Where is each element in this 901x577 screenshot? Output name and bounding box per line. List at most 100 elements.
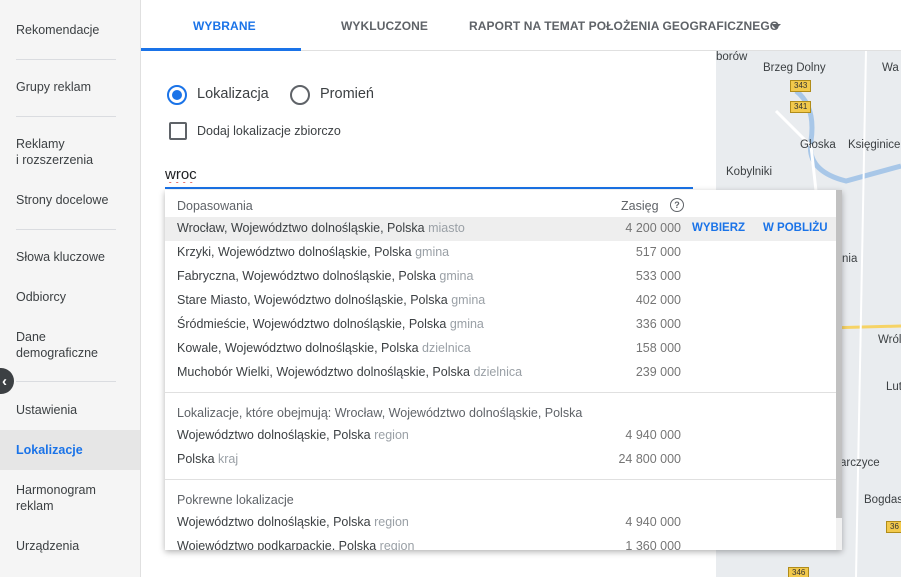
scrollbar-thumb[interactable] [836, 190, 842, 518]
tab-geo-report[interactable]: RAPORT NA TEMAT POŁOŻENIA GEOGRAFICZNEGO [469, 0, 779, 51]
location-name: Województwo dolnośląskie, Polska [177, 515, 371, 529]
caret-down-icon[interactable] [771, 24, 781, 29]
tab-bar: WYBRANE WYKLUCZONE RAPORT NA TEMAT POŁOŻ… [141, 0, 901, 51]
containing-header: Lokalizacje, które obejmują: Wrocław, Wo… [177, 406, 583, 420]
location-reach: 4 940 000 [625, 428, 681, 442]
radio-location-label: Lokalizacja [197, 86, 269, 102]
location-name: Stare Miasto, Województwo dolnośląskie, … [177, 293, 448, 307]
related-header: Pokrewne lokalizacje [177, 493, 294, 507]
sidebar-item-recommendations[interactable]: Rekomendacje [0, 22, 140, 38]
sidebar-divider [16, 381, 116, 382]
sidebar-item-ad-schedule[interactable]: Harmonogram reklam [0, 482, 140, 514]
bulk-locations-label: Dodaj lokalizacje zbiorczo [197, 124, 341, 138]
location-type: region [374, 428, 409, 442]
suggestion-row[interactable]: Śródmieście, Województwo dolnośląskie, P… [165, 313, 836, 337]
location-type: gmina [415, 245, 450, 259]
location-reach: 4 200 000 [625, 221, 681, 235]
location-type: region [374, 515, 409, 529]
location-type: region [379, 539, 415, 550]
map-label: borów [716, 51, 748, 63]
collapse-sidebar-button[interactable]: ‹ [0, 368, 14, 394]
location-type: dzielnica [473, 365, 523, 379]
location-search-input[interactable] [165, 161, 693, 189]
map-label: Bogdas [864, 494, 901, 506]
location-reach: 158 000 [635, 341, 681, 355]
location-name: Muchobór Wielki, Województwo dolnośląski… [177, 365, 470, 379]
road-badge: 36 [886, 521, 901, 533]
map-label: Wa [882, 62, 899, 74]
location-suggestions-dropdown: Dopasowania Zasięg ? Wrocław, Województw… [165, 190, 842, 550]
location-reach: 336 000 [635, 317, 681, 331]
radio-location[interactable] [167, 85, 187, 105]
map-label: Wról [878, 334, 901, 346]
suggestion-row[interactable]: Muchobór Wielki, Województwo dolnośląski… [165, 361, 836, 385]
sidebar-item-devices[interactable]: Urządzenia [0, 538, 140, 554]
location-reach: 239 000 [635, 365, 681, 379]
select-button[interactable]: WYBIERZ [692, 222, 745, 234]
suggestion-row[interactable]: Stare Miasto, Województwo dolnośląskie, … [165, 289, 836, 313]
location-type: gmina [451, 293, 486, 307]
radio-radius[interactable] [290, 85, 310, 105]
sidebar-item-locations[interactable]: Lokalizacje [0, 430, 140, 470]
suggestion-row[interactable]: Województwo dolnośląskie, Polska region … [165, 424, 836, 448]
location-reach: 402 000 [635, 293, 681, 307]
sidebar-divider [16, 116, 116, 117]
road-badge: 346 [788, 567, 810, 577]
sidebar-item-ad-groups[interactable]: Grupy reklam [0, 79, 140, 95]
suggestion-row[interactable]: Fabryczna, Województwo dolnośląskie, Pol… [165, 265, 836, 289]
location-type: miasto [428, 221, 465, 235]
reach-header: Zasięg [621, 199, 659, 213]
section-divider [165, 392, 836, 393]
sidebar-item-ads-extensions[interactable]: Reklamy i rozszerzenia [0, 136, 140, 168]
sidebar-divider [16, 229, 116, 230]
location-name: Województwo podkarpackie, Polska [177, 539, 377, 550]
location-type: kraj [218, 452, 239, 466]
location-name: Polska [177, 452, 215, 466]
dropdown-scrollbar[interactable] [836, 190, 842, 550]
map-label: Brzeg Dolny [763, 62, 826, 74]
location-type: dzielnica [422, 341, 471, 355]
radio-radius-label: Promień [320, 86, 374, 102]
map-label: nia [842, 253, 858, 265]
map-label: Kobylniki [726, 166, 773, 178]
location-reach: 1 360 000 [625, 539, 681, 550]
location-reach: 24 800 000 [618, 452, 681, 466]
location-reach: 533 000 [635, 269, 681, 283]
map-label: Lut [886, 381, 901, 393]
active-tab-indicator [141, 48, 301, 51]
sidebar-item-audiences[interactable]: Odbiorcy [0, 289, 140, 305]
section-divider [165, 479, 836, 480]
bulk-locations-checkbox[interactable] [169, 122, 187, 140]
location-name: Śródmieście, Województwo dolnośląskie, P… [177, 317, 447, 331]
location-reach: 4 940 000 [625, 515, 681, 529]
suggestion-row[interactable]: Wrocław, Województwo dolnośląskie, Polsk… [165, 217, 836, 241]
location-name: Wrocław, Województwo dolnośląskie, Polsk… [177, 221, 425, 235]
road-badge: 341 [790, 101, 812, 113]
suggestion-row[interactable]: Kowale, Województwo dolnośląskie, Polska… [165, 337, 836, 361]
location-name: Województwo dolnośląskie, Polska [177, 428, 371, 442]
location-reach: 517 000 [635, 245, 681, 259]
map-label: arczyce [840, 457, 880, 469]
suggestion-row[interactable]: Województwo podkarpackie, Polska region … [165, 535, 836, 550]
suggestion-row[interactable]: Krzyki, Województwo dolnośląskie, Polska… [165, 241, 836, 265]
suggestion-row[interactable]: Województwo dolnośląskie, Polska region … [165, 511, 836, 535]
chevron-left-icon: ‹ [2, 372, 7, 390]
matches-header: Dopasowania [177, 199, 253, 213]
location-name: Kowale, Województwo dolnośląskie, Polska [177, 341, 419, 355]
tab-selected[interactable]: WYBRANE [193, 0, 256, 51]
sidebar-item-keywords[interactable]: Słowa kluczowe [0, 249, 140, 265]
sidebar: Rekomendacje Grupy reklam Reklamy i rozs… [0, 0, 141, 577]
road-badge: 343 [790, 80, 812, 92]
map-label: Głoska [800, 139, 836, 151]
location-type: gmina [449, 317, 484, 331]
nearby-button[interactable]: W POBLIŻU [763, 222, 828, 234]
location-name: Krzyki, Województwo dolnośląskie, Polska [177, 245, 412, 259]
sidebar-item-settings[interactable]: Ustawienia [0, 402, 140, 418]
suggestion-row[interactable]: Polska kraj 24 800 000 [165, 448, 836, 472]
location-name: Fabryczna, Województwo dolnośląskie, Pol… [177, 269, 436, 283]
tab-excluded[interactable]: WYKLUCZONE [341, 0, 428, 51]
help-icon[interactable]: ? [670, 198, 684, 212]
map-label: Księginice [848, 139, 901, 151]
sidebar-item-demographics[interactable]: Dane demograficzne [0, 329, 140, 361]
sidebar-item-landing-pages[interactable]: Strony docelowe [0, 192, 140, 208]
